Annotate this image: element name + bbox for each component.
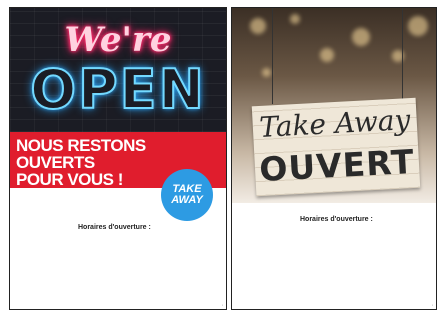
footer-mark: ▪ bbox=[221, 303, 223, 307]
opening-hours-label: Horaires d'ouverture : bbox=[300, 216, 373, 223]
wooden-sign: Take Away OUVERT bbox=[251, 97, 421, 197]
open-poster: We're OPEN NOUS RESTONS OUVERTS POUR VOU… bbox=[9, 7, 227, 310]
sign-ouvert-text: OUVERT bbox=[258, 141, 416, 190]
sign-string-left bbox=[272, 8, 273, 104]
neon-were-text: We're bbox=[64, 20, 172, 60]
neon-open-text: OPEN bbox=[29, 57, 206, 122]
sign-take-away-text: Take Away bbox=[258, 103, 412, 144]
sign-string-right bbox=[402, 8, 403, 100]
takeaway-poster: Take Away OUVERT Horaires d'ouverture : … bbox=[231, 7, 437, 310]
opening-hours-label: Horaires d'ouverture : bbox=[78, 224, 151, 231]
badge-line-2: AWAY bbox=[171, 194, 203, 206]
take-away-badge: TAKE AWAY bbox=[161, 169, 213, 221]
headline-line-1: NOUS RESTONS OUVERTS bbox=[16, 136, 146, 172]
footer-mark: ▪ bbox=[431, 303, 433, 307]
